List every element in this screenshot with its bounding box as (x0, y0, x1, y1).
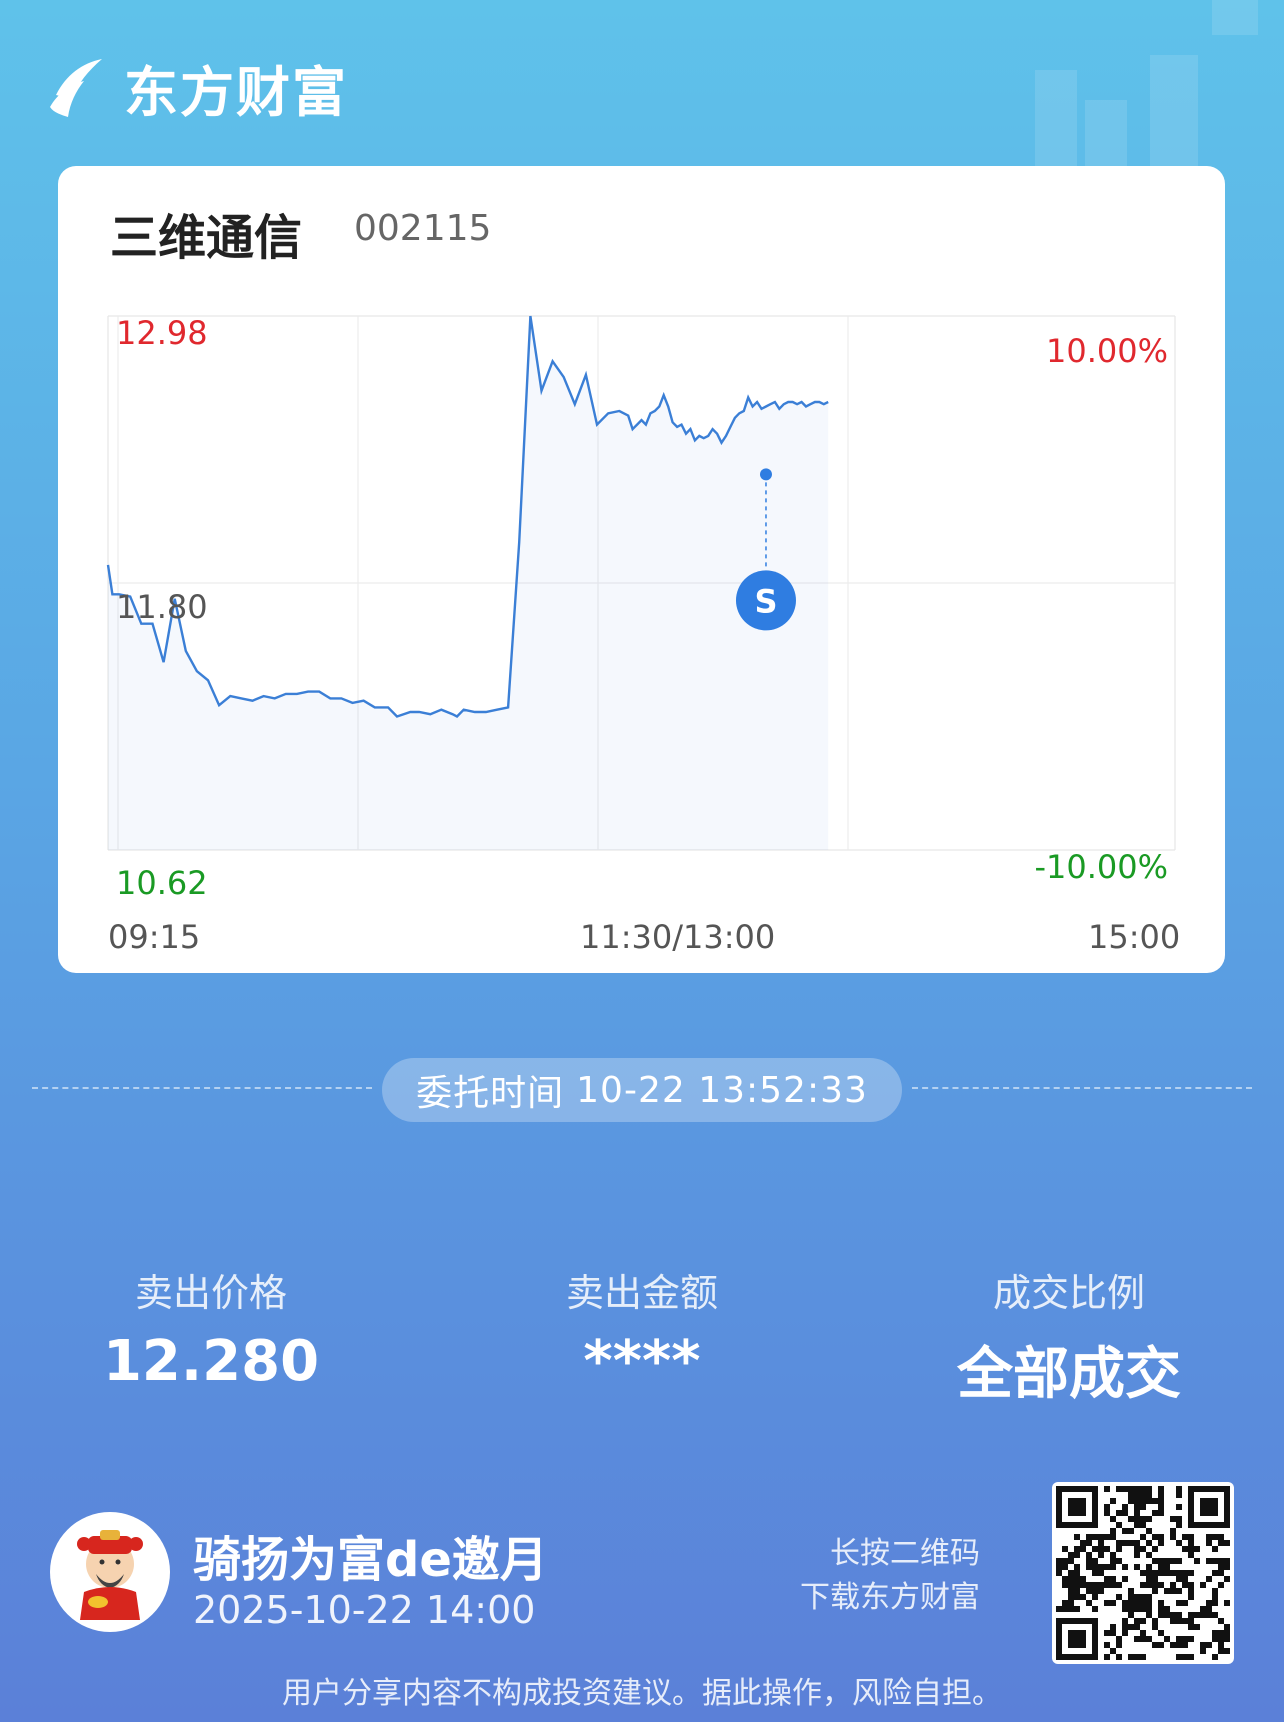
brand-name: 东方财富 (124, 61, 348, 124)
order-time-pill: 委托时间 10-22 13:52:33 (382, 1058, 902, 1122)
stat-sell-price: 卖出价格 12.280 (46, 1262, 376, 1394)
stat-label: 卖出价格 (134, 1271, 287, 1315)
stat-sell-amount: 卖出金额 **** (477, 1262, 807, 1394)
sell-marker-letter: S (754, 582, 777, 620)
intraday-chart: S 12.98 11.80 10.62 10.00% -10.00% (106, 314, 1176, 902)
disclaimer: 用户分享内容不构成投资建议。据此操作，风险自担。 (282, 1676, 1002, 1711)
qr-hint: 长按二维码 下载东方财富 (800, 1532, 980, 1620)
qr-code-icon (1056, 1486, 1230, 1660)
avatar[interactable] (50, 1512, 170, 1632)
divider-line (32, 1087, 372, 1089)
bg-candle-decor (1085, 100, 1127, 170)
qr-hint-line2: 下载东方财富 (800, 1580, 980, 1615)
price-low-label: 10.62 (116, 864, 208, 902)
x-tick-label: 11:30/13:00 (580, 918, 776, 956)
stat-value: 全部成交 (957, 1342, 1181, 1407)
pct-low-label: -10.00% (1034, 848, 1168, 886)
stat-value: 12.280 (102, 1329, 320, 1394)
price-mid-label: 11.80 (116, 588, 208, 626)
pct-high-label: 10.00% (1046, 332, 1168, 370)
bg-candle-decor (1212, 0, 1258, 35)
order-time-row: 委托时间 10-22 13:52:33 (32, 1058, 1252, 1128)
order-time-value: 10-22 13:52:33 (576, 1069, 868, 1111)
share-time: 2025-10-22 14:00 (193, 1588, 536, 1632)
qr-hint-line1: 长按二维码 (830, 1536, 980, 1571)
price-high-label: 12.98 (116, 314, 208, 352)
stat-label: 成交比例 (992, 1271, 1145, 1315)
username: 骑扬为富de邀月 (193, 1532, 548, 1588)
x-tick-label: 15:00 (1088, 918, 1181, 956)
stat-value: **** (583, 1329, 701, 1394)
brand-logo-icon (50, 58, 102, 117)
order-time-label: 委托时间 (416, 1073, 565, 1114)
stat-fill-ratio: 成交比例 全部成交 (904, 1262, 1234, 1410)
brand-logo: 东方财富 (48, 48, 348, 127)
avatar-caishen-icon (77, 1530, 143, 1620)
qr-code[interactable] (1052, 1482, 1234, 1664)
stat-label: 卖出金额 (565, 1271, 718, 1315)
x-tick-label: 09:15 (108, 918, 201, 956)
stock-card: 三维通信 002115 S 12.98 11.80 10.62 10.00% -… (58, 166, 1225, 973)
bg-candle-decor (1150, 55, 1198, 175)
bg-candle-decor (1035, 70, 1077, 180)
divider-line (912, 1087, 1252, 1089)
